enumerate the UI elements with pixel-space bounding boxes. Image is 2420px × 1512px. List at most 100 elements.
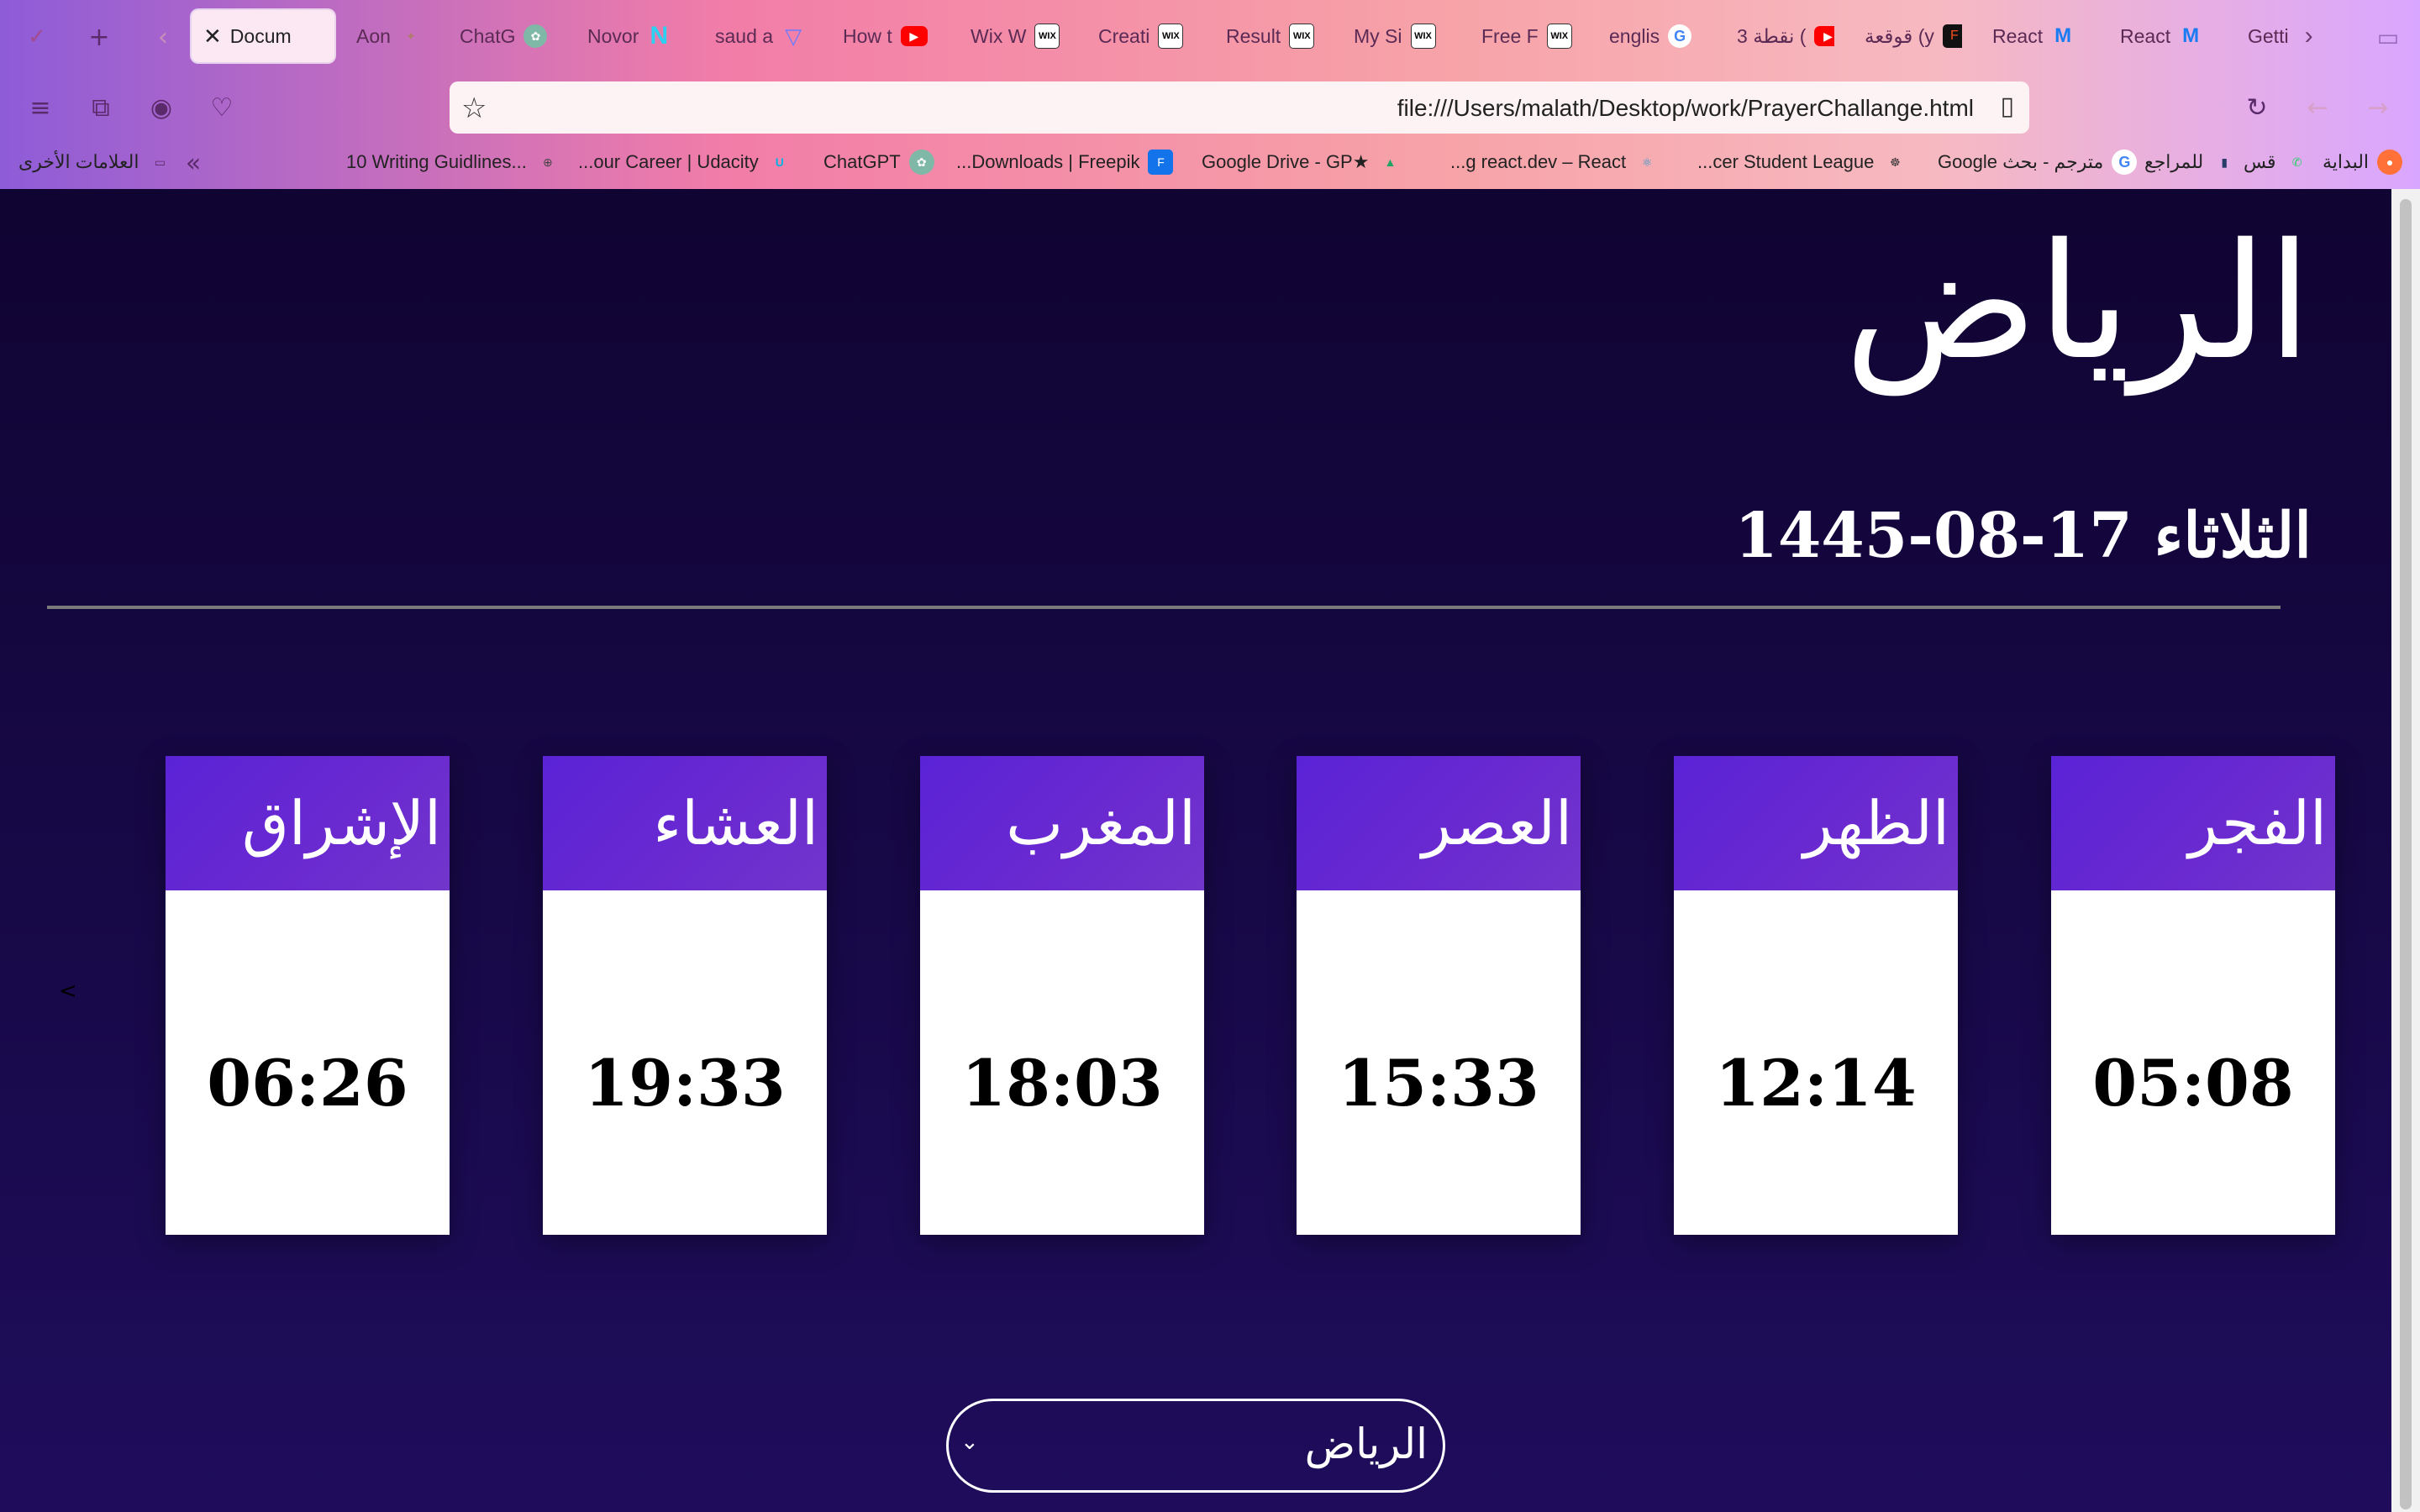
tab-label: Getti [2248,24,2289,47]
prayer-name: الفجر [2188,788,2327,858]
tab-label: Novor [587,24,639,47]
close-icon[interactable]: ✕ [203,24,222,50]
bookmarks-overflow-icon[interactable]: « [175,144,212,181]
bookmark-item[interactable]: Google مترجم - بحث G [1938,150,2138,175]
bookmark-item[interactable]: ChatGPT ✿ [823,150,934,175]
tab[interactable]: My Si WIX [1354,10,1451,62]
tab[interactable]: 3 نقطة ( ▶ [1737,10,1834,62]
tab[interactable]: ChatG ✿ [460,10,557,62]
chevron-right-icon[interactable]: › [2297,22,2321,50]
card-header: المغرب [920,756,1204,890]
mui-icon: M [2182,24,2200,47]
tab[interactable]: Aon ✦ [356,10,432,62]
udacity-icon: U [775,155,784,169]
bookmark-item[interactable]: العلامات الأخرى ▭ [18,150,172,175]
tab-label: Creati [1098,24,1150,47]
book-icon: ▮ [2221,155,2228,169]
tab[interactable]: Creati WIX [1098,10,1196,62]
city-select[interactable]: ⌄ الرياض [946,1399,1445,1493]
tab-label: React [1992,24,2044,47]
react-icon: ⚛ [1641,155,1653,169]
prev-arrow-icon[interactable]: < [59,979,77,1004]
firefox-icon: ● [2377,150,2403,175]
wix-icon: WIX [1410,24,1436,49]
reload-icon[interactable]: ↻ [2238,89,2275,126]
folder-icon: ▭ [154,155,166,169]
bookmark-item[interactable]: للمراجع ▮ [2144,150,2237,175]
prayer-card-fajr: الفجر 05:08 [2051,756,2335,1235]
prayer-time: 15:33 [1338,1046,1539,1121]
tab-label: Result [1226,24,1281,47]
tab-label: How t [843,24,892,47]
mui-icon: M [2054,24,2072,47]
tab-label: Wix W [971,24,1027,47]
bookmark-item[interactable]: Google Drive - GP★ ▲ [1202,150,1402,175]
bookmark-item[interactable]: البداية ● [2323,150,2403,175]
bookmark-item[interactable]: ...cer Student League ☸ [1697,150,1907,175]
bookmark-item[interactable]: ...our Career | Udacity U [578,150,792,175]
new-tab-button[interactable]: + [81,18,118,55]
chevron-down-icon: ⌄ [960,1430,979,1455]
url-text[interactable]: file:///Users/malath/Desktop/work/Prayer… [1397,95,1974,122]
prayer-name: الإشراق [242,788,441,858]
back-icon[interactable]: ← [2299,89,2336,126]
tab[interactable]: englis G [1609,10,1707,62]
card-header: الإشراق [166,756,450,890]
bookmark-label: قس [2244,151,2276,172]
page-icon: ▯ [2000,92,2014,121]
prayer-card-asr: العصر 15:33 [1297,756,1581,1235]
card-header: العشاء [543,756,827,890]
bookmark-item[interactable]: ...g react.dev – React ⚛ [1450,150,1660,175]
google-drive-icon: ▲ [1384,155,1397,169]
url-bar[interactable]: ☆ file:///Users/malath/Desktop/work/Pray… [450,81,2029,134]
prayer-card-maghrib: المغرب 18:03 [920,756,1204,1235]
window-tabs-icon[interactable]: ▭ [2370,18,2407,55]
tab-strip: ✓ + ‹ ✕ Docum Aon ✦ ChatG ✿ Novor N saud… [0,0,2420,74]
tab[interactable]: Free F WIX [1481,10,1579,62]
hijri-date: الثلاثاء 17-08-1445 [1734,500,2312,572]
tab-label: ChatG [460,24,516,47]
league-icon: ☸ [1890,155,1901,169]
forward-icon[interactable]: → [2360,89,2396,126]
prayer-time: 05:08 [2092,1046,2294,1121]
prayer-name: المغرب [1006,788,1196,858]
prayer-name: العصر [1422,788,1572,858]
wix-icon: WIX [1034,24,1060,49]
star-icon[interactable]: ☆ [461,92,487,125]
page-content: الرياض الثلاثاء 17-08-1445 الفجر 05:08 ا… [0,189,2391,1512]
tab[interactable]: Result WIX [1226,10,1323,62]
menu-icon[interactable]: ≡ [22,89,59,126]
account-icon[interactable]: ◉ [143,89,180,126]
tab-scroll-left-icon[interactable]: ‹ [145,18,182,55]
scrollbar[interactable] [2391,189,2420,1512]
tab-active[interactable]: ✕ Docum [192,10,334,62]
figma-icon: F [1942,24,1962,48]
bookmark-label: العلامات الأخرى [18,151,139,172]
youtube-icon: ▶ [900,26,928,46]
checkmark-icon[interactable]: ✓ [18,18,55,55]
bookmark-label: Google مترجم - بحث [1938,151,2104,172]
bookmark-item[interactable]: 10 Writing Guidlines... ⊕ [346,150,560,175]
prayer-name: العشاء [653,788,818,858]
tab[interactable]: How t ▶ [843,10,940,62]
tab[interactable]: Novor N [587,10,687,62]
tab[interactable]: React M [1992,10,2090,62]
google-icon: G [2112,150,2138,175]
bookmark-item[interactable]: ...Downloads | Freepik F [956,150,1174,175]
tab[interactable]: Getti › [2248,10,2323,62]
wix-icon: WIX [1158,24,1184,49]
tab-label: englis [1609,24,1660,47]
tab-label: 3 نقطة ( [1737,24,1807,47]
tab[interactable]: saud a ▽ [715,10,813,62]
chatgpt-icon: ✿ [908,150,934,175]
scrollbar-thumb[interactable] [2400,199,2412,1509]
bookmark-item[interactable]: قس ✆ [2244,150,2310,175]
city-title: الرياض [1844,209,2312,395]
pocket-icon[interactable]: ♡ [203,89,240,126]
tab[interactable]: Wix W WIX [971,10,1068,62]
prayer-card-ishraq: الإشراق 06:26 [166,756,450,1235]
tab[interactable]: React M [2120,10,2217,62]
prayer-cards: الفجر 05:08 الظهر 12:14 العصر 15:33 المغ… [0,756,2391,1235]
extensions-icon[interactable]: ⧉ [82,89,119,126]
tab[interactable]: قوقعة (y F [1865,10,1962,62]
